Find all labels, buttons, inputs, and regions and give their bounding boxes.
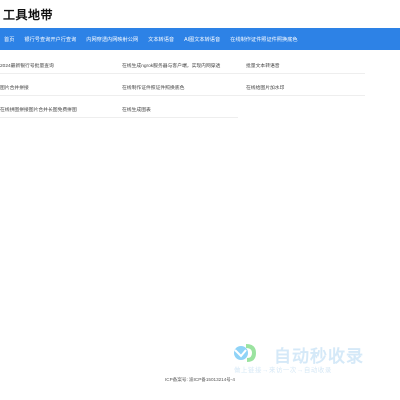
main-nav: 首页 银行号查询开户行查询 内网穿透内网映射公网 文本转语音 AI图文本转语音 … [0,28,400,50]
site-logo[interactable]: 工具地带 [3,6,53,23]
tool-row: 2024最新银行号批量查询 在线生成ngrok服务器与客户端，实现内网穿透 批量… [0,58,400,80]
auto-index-logo-icon [234,344,257,362]
tool-link-id-photo[interactable]: 在线制作证件照证件照换底色 [122,84,184,91]
tool-link-ngrok[interactable]: 在线生成ngrok服务器与客户端，实现内网穿透 [122,62,220,69]
nav-item-text-to-speech[interactable]: 文本转语音 [148,36,174,43]
watermark-subtitle: 做上链接→来访一次→自动收录 [234,367,332,374]
tool-link-image-merge[interactable]: 图片合并拼接 [0,84,29,91]
row-divider [0,73,365,74]
tool-link-collage[interactable]: 在线拼图拼接图片合并长图免费拼图 [0,106,77,113]
row-divider [0,95,365,96]
footer-icp[interactable]: ICP备案号: 渝ICP备15013214号-4 [0,377,400,383]
nav-item-id-photo[interactable]: 在线制作证件照证件照换底色 [230,36,297,43]
nav-item-bank-lookup[interactable]: 银行号查询开户行查询 [24,36,76,43]
nav-item-home[interactable]: 首页 [4,36,14,43]
tool-link-chart[interactable]: 在线生成图表 [122,106,151,113]
tool-list: 2024最新银行号批量查询 在线生成ngrok服务器与客户端，实现内网穿透 批量… [0,58,400,124]
tool-row: 图片合并拼接 在线制作证件照证件照换底色 在线给图片加水印 [0,80,400,102]
tool-row: 在线拼图拼接图片合并长图免费拼图 在线生成图表 [0,102,400,124]
tool-link-watermark[interactable]: 在线给图片加水印 [246,84,284,91]
row-divider [0,117,238,118]
tool-link-batch-tts[interactable]: 批量文本转语音 [246,62,280,69]
auto-index-watermark: 自动秒收录 做上链接→来访一次→自动收录 [228,340,388,378]
watermark-title: 自动秒收录 [274,347,364,367]
nav-item-intranet-tunnel[interactable]: 内网穿透内网映射公网 [86,36,138,43]
nav-item-ai-text-to-speech[interactable]: AI图文本转语音 [184,36,220,43]
site-header: 工具地带 [0,0,400,28]
tool-link-bank-batch-query[interactable]: 2024最新银行号批量查询 [0,62,54,69]
